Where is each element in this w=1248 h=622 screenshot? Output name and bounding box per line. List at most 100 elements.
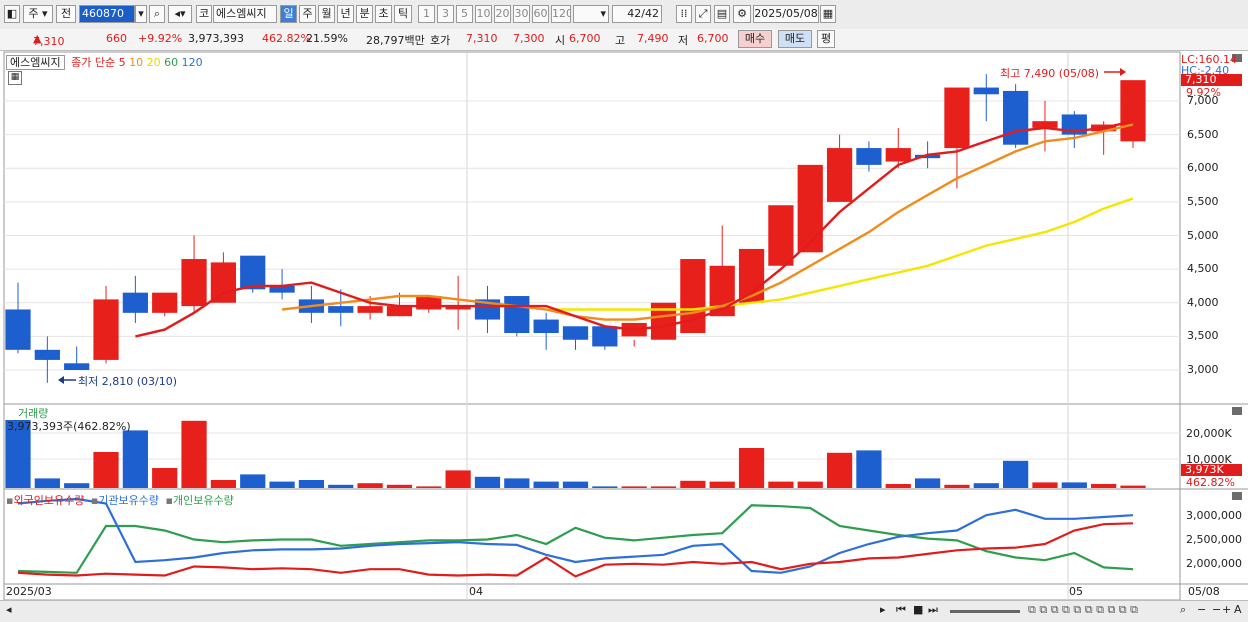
volume-bar <box>768 481 794 488</box>
ma5-line <box>135 120 1134 338</box>
volume-bar <box>856 450 882 488</box>
price-y-tick: 4,500 <box>1187 262 1219 276</box>
volume-bar <box>93 452 119 488</box>
volume-bar <box>504 478 530 488</box>
ma20-line <box>546 197 1134 311</box>
ma10-label: 10 <box>129 56 144 69</box>
high-annotation: 최고 7,490 (05/08) <box>1000 67 1100 80</box>
volume-bar <box>474 476 501 488</box>
minus-icon[interactable]: − <box>1212 603 1221 616</box>
search-zoom-icon[interactable]: ⌕ <box>1180 603 1186 617</box>
candle-body <box>210 262 237 303</box>
holder-tick-2500000: 2,500,000 <box>1186 533 1242 546</box>
volume-tick-20000k: 20,000K <box>1186 427 1232 440</box>
volume-bar <box>650 486 677 488</box>
volume-bar <box>64 483 90 488</box>
volume-bar <box>269 481 295 488</box>
scroll-bar[interactable]: ◂ ▸ ⏮ ■ ⏭ ⧉ ⧉ ⧉ ⧉ ⧉ ⧉ ⧉ ⧉ ⧉ ⧉ ⌕ − − + A <box>0 600 1248 622</box>
candle-body <box>386 306 413 317</box>
candle-body <box>944 87 970 149</box>
candle-body <box>122 292 148 313</box>
volume-bar <box>562 481 589 488</box>
candle-body <box>504 296 530 334</box>
stock-name-tag: 에스엠씨지 <box>6 55 65 70</box>
font-size-icon[interactable]: A <box>1234 603 1242 616</box>
candle-body <box>768 205 794 266</box>
volume-bar <box>944 484 970 488</box>
candle-body <box>856 148 882 165</box>
holder-tick-2000000: 2,000,000 <box>1186 557 1242 570</box>
low-annotation: 최저 2,810 (03/10) <box>78 375 178 388</box>
ma20-label: 20 <box>146 56 161 69</box>
volume-bar <box>621 486 647 488</box>
candle-body <box>1003 90 1029 145</box>
scroll-left-icon[interactable]: ◂ <box>6 603 12 616</box>
price-y-tick: 4,000 <box>1187 295 1219 309</box>
holder-tick-3000000: 3,000,000 <box>1186 509 1242 522</box>
scroll-right-icon[interactable]: ▸ <box>880 603 886 616</box>
last-page-icon[interactable]: ⏭ <box>928 603 938 617</box>
x-label-end: 05/08 <box>1188 585 1220 598</box>
price-y-tick: 6,500 <box>1187 127 1219 141</box>
volume-bar <box>34 478 60 488</box>
institution-legend: 기관보유수량 <box>98 494 160 507</box>
volume-gridlines <box>4 432 1180 460</box>
moving-average-lines <box>135 120 1134 338</box>
ma120-label: 120 <box>181 56 203 69</box>
volume-bar <box>386 484 413 488</box>
candle-body <box>592 326 618 347</box>
candle-body <box>562 326 589 340</box>
candle-body <box>797 164 823 253</box>
volume-bar <box>122 430 148 488</box>
volume-bar <box>1120 485 1146 488</box>
candle-body <box>240 255 266 290</box>
candle-body <box>885 148 911 162</box>
volume-bar <box>738 448 765 488</box>
volume-pct-tag: 462.82% <box>1186 476 1235 489</box>
ma60-label: 60 <box>164 56 179 69</box>
volume-bar <box>885 484 911 488</box>
volume-bar <box>914 478 941 488</box>
zoom-slider[interactable] <box>950 610 1020 613</box>
volume-bar <box>181 420 207 488</box>
ma-label: 종가 단순 <box>71 56 116 69</box>
volume-panel-close-icon[interactable] <box>1232 407 1242 415</box>
volume-bar <box>1032 482 1058 488</box>
chart-canvas <box>3 51 1248 601</box>
volume-info: 3,973,393주(462.82%) <box>7 420 131 433</box>
candle-body <box>152 292 178 313</box>
first-page-icon[interactable]: ⏮ <box>896 603 906 617</box>
price-y-tick: 6,000 <box>1187 161 1219 175</box>
zoom-in-icon[interactable]: + <box>1222 603 1231 616</box>
volume-bar <box>298 480 325 488</box>
ma10-line <box>281 123 1134 321</box>
price-y-tick: 3,000 <box>1187 363 1219 376</box>
candle-body <box>181 259 207 307</box>
tools-icon[interactable]: ⧉ ⧉ ⧉ ⧉ ⧉ ⧉ ⧉ ⧉ ⧉ ⧉ <box>1028 603 1138 617</box>
candle-body <box>650 302 677 340</box>
volume-bar <box>826 452 853 488</box>
volume-bar <box>416 486 442 488</box>
volume-bar <box>328 484 354 488</box>
table-icon[interactable]: ▦ <box>8 71 22 85</box>
candle-body <box>328 306 354 313</box>
candle-body <box>64 363 90 370</box>
individual-legend: 개인보유수량 <box>172 494 234 507</box>
candle-body <box>34 349 60 360</box>
volume-bar <box>445 470 471 488</box>
ma5-label: 5 <box>118 56 126 69</box>
volume-value-tag: 3,973K <box>1181 464 1242 476</box>
zoom-out-icon[interactable]: − <box>1197 603 1206 616</box>
volume-bar <box>240 474 266 488</box>
foreign-holder-line <box>17 522 1134 578</box>
holder-legend: ▪외국인보유수량 ▪기관보유수량 ▪개인보유수량 <box>6 494 234 507</box>
volume-bar <box>1003 460 1029 488</box>
holder-panel-close-icon[interactable] <box>1232 492 1242 500</box>
foreign-legend: 외국인보유수량 <box>13 494 85 507</box>
candle-body <box>533 319 559 334</box>
volume-bar <box>680 480 706 488</box>
volume-bar <box>1061 482 1087 488</box>
volume-bars <box>5 420 1146 488</box>
stop-icon[interactable]: ■ <box>913 603 923 616</box>
volume-bar <box>210 480 237 488</box>
